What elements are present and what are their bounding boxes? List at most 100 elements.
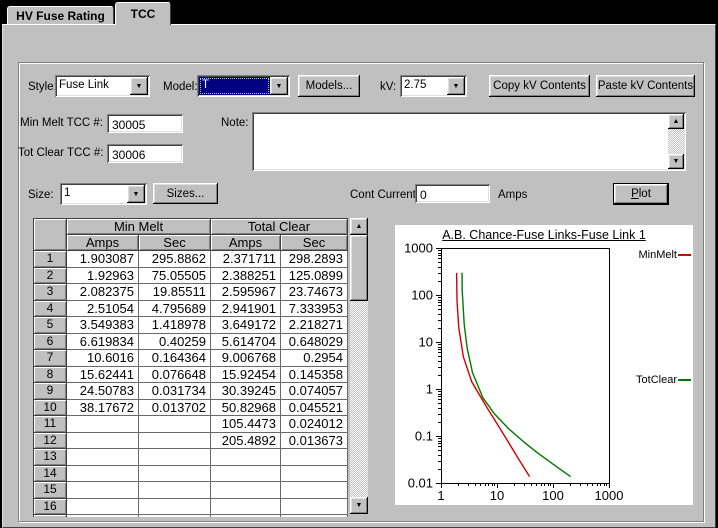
table-cell[interactable]: 1.418978 bbox=[139, 317, 211, 334]
table-cell[interactable]: 4.795689 bbox=[139, 301, 211, 318]
table-scrollbar[interactable]: ▲ ▼ bbox=[350, 218, 368, 514]
table-cell[interactable]: 24.50783 bbox=[67, 383, 139, 400]
note-scroll-down-button[interactable]: ▼ bbox=[668, 154, 684, 169]
min-melt-tcc-input[interactable] bbox=[107, 114, 183, 133]
table-cell[interactable] bbox=[211, 466, 281, 483]
table-cell[interactable]: 298.2893 bbox=[281, 251, 348, 268]
table-cell[interactable]: 9.006768 bbox=[211, 350, 281, 367]
table-cell[interactable] bbox=[139, 482, 211, 499]
row-header[interactable]: 6 bbox=[34, 334, 67, 351]
table-cell[interactable]: 0.164364 bbox=[139, 350, 211, 367]
table-cell[interactable] bbox=[281, 499, 348, 516]
row-header[interactable]: 12 bbox=[34, 433, 67, 450]
row-header[interactable]: 3 bbox=[34, 284, 67, 301]
style-combo[interactable]: Fuse Link ▼ bbox=[55, 75, 150, 97]
table-cell[interactable]: 10.6016 bbox=[67, 350, 139, 367]
row-header[interactable]: 4 bbox=[34, 301, 67, 318]
size-combo[interactable]: 1 ▼ bbox=[60, 183, 147, 205]
table-cell[interactable]: 38.17672 bbox=[67, 400, 139, 417]
table-scroll-down-button[interactable]: ▼ bbox=[350, 497, 368, 514]
table-cell[interactable]: 105.4473 bbox=[211, 416, 281, 433]
table-cell[interactable]: 295.8862 bbox=[139, 251, 211, 268]
table-cell[interactable]: 6.619834 bbox=[67, 334, 139, 351]
table-cell[interactable]: 30.39245 bbox=[211, 383, 281, 400]
table-cell[interactable] bbox=[139, 499, 211, 516]
tab-tcc[interactable]: TCC bbox=[115, 2, 171, 25]
table-cell[interactable] bbox=[281, 466, 348, 483]
table-cell[interactable]: 75.05505 bbox=[139, 268, 211, 285]
table-cell[interactable] bbox=[67, 449, 139, 466]
paste-kv-contents-button[interactable]: Paste kV Contents bbox=[596, 75, 695, 97]
row-header[interactable]: 5 bbox=[34, 317, 67, 334]
table-cell[interactable] bbox=[139, 416, 211, 433]
table-cell[interactable]: 2.218271 bbox=[281, 317, 348, 334]
row-header[interactable]: 8 bbox=[34, 367, 67, 384]
table-cell[interactable]: 0.031734 bbox=[139, 383, 211, 400]
table-cell[interactable] bbox=[67, 466, 139, 483]
table-scroll-up-button[interactable]: ▲ bbox=[350, 218, 368, 235]
row-header[interactable]: 14 bbox=[34, 466, 67, 483]
table-cell[interactable] bbox=[281, 515, 348, 517]
table-cell[interactable] bbox=[139, 466, 211, 483]
table-cell[interactable] bbox=[67, 482, 139, 499]
table-cell[interactable]: 0.024012 bbox=[281, 416, 348, 433]
table-cell[interactable]: 5.614704 bbox=[211, 334, 281, 351]
table-cell[interactable]: 0.074057 bbox=[281, 383, 348, 400]
row-header[interactable]: 13 bbox=[34, 449, 67, 466]
table-cell[interactable] bbox=[139, 433, 211, 450]
kv-combo[interactable]: 2.75 ▼ bbox=[400, 75, 467, 97]
tab-hv-fuse-rating[interactable]: HV Fuse Rating bbox=[7, 6, 114, 24]
table-cell[interactable] bbox=[67, 515, 139, 517]
table-cell[interactable]: 2.388251 bbox=[211, 268, 281, 285]
table-cell[interactable]: 0.145358 bbox=[281, 367, 348, 384]
note-textarea[interactable] bbox=[254, 114, 666, 169]
table-cell[interactable]: 0.2954 bbox=[281, 350, 348, 367]
row-header[interactable]: 9 bbox=[34, 383, 67, 400]
table-cell[interactable]: 50.82968 bbox=[211, 400, 281, 417]
table-cell[interactable] bbox=[281, 449, 348, 466]
table-cell[interactable]: 3.549383 bbox=[67, 317, 139, 334]
row-header[interactable]: 7 bbox=[34, 350, 67, 367]
table-cell[interactable]: 0.013673 bbox=[281, 433, 348, 450]
style-combo-arrow-button[interactable]: ▼ bbox=[130, 77, 148, 95]
table-cell[interactable]: 1.92963 bbox=[67, 268, 139, 285]
row-header[interactable]: 1 bbox=[34, 251, 67, 268]
plot-button[interactable]: Plot bbox=[613, 183, 669, 205]
table-cell[interactable]: 0.013702 bbox=[139, 400, 211, 417]
row-header[interactable]: 16 bbox=[34, 499, 67, 516]
tot-clear-tcc-input[interactable] bbox=[107, 144, 183, 163]
table-cell[interactable] bbox=[211, 482, 281, 499]
table-cell[interactable] bbox=[67, 416, 139, 433]
table-cell[interactable]: 23.74673 bbox=[281, 284, 348, 301]
table-cell[interactable]: 0.045521 bbox=[281, 400, 348, 417]
table-cell[interactable]: 2.082375 bbox=[67, 284, 139, 301]
table-cell[interactable] bbox=[211, 515, 281, 517]
table-cell[interactable] bbox=[139, 449, 211, 466]
row-header[interactable]: 17 bbox=[34, 515, 67, 517]
size-combo-arrow-button[interactable]: ▼ bbox=[127, 185, 145, 203]
table-cell[interactable]: 0.648029 bbox=[281, 334, 348, 351]
table-cell[interactable]: 205.4892 bbox=[211, 433, 281, 450]
table-cell[interactable]: 125.0899 bbox=[281, 268, 348, 285]
table-cell[interactable]: 7.333953 bbox=[281, 301, 348, 318]
table-cell[interactable]: 15.62441 bbox=[67, 367, 139, 384]
table-cell[interactable] bbox=[67, 433, 139, 450]
table-cell[interactable]: 15.92454 bbox=[211, 367, 281, 384]
row-header[interactable]: 10 bbox=[34, 400, 67, 417]
table-cell[interactable] bbox=[67, 499, 139, 516]
row-header[interactable]: 2 bbox=[34, 268, 67, 285]
model-combo[interactable]: T ▼ bbox=[197, 75, 290, 97]
table-cell[interactable]: 2.941901 bbox=[211, 301, 281, 318]
table-cell[interactable]: 1.903087 bbox=[67, 251, 139, 268]
table-cell[interactable]: 0.40259 bbox=[139, 334, 211, 351]
table-cell[interactable]: 0.076648 bbox=[139, 367, 211, 384]
table-cell[interactable] bbox=[281, 482, 348, 499]
table-cell[interactable] bbox=[139, 515, 211, 517]
table-cell[interactable]: 2.371711 bbox=[211, 251, 281, 268]
copy-kv-contents-button[interactable]: Copy kV Contents bbox=[489, 75, 590, 97]
table-scrollbar-thumb[interactable] bbox=[350, 235, 368, 301]
model-combo-arrow-button[interactable]: ▼ bbox=[270, 77, 288, 95]
note-scroll-up-button[interactable]: ▲ bbox=[668, 114, 684, 129]
sizes-button[interactable]: Sizes... bbox=[153, 183, 218, 204]
cont-current-input[interactable] bbox=[415, 184, 490, 203]
